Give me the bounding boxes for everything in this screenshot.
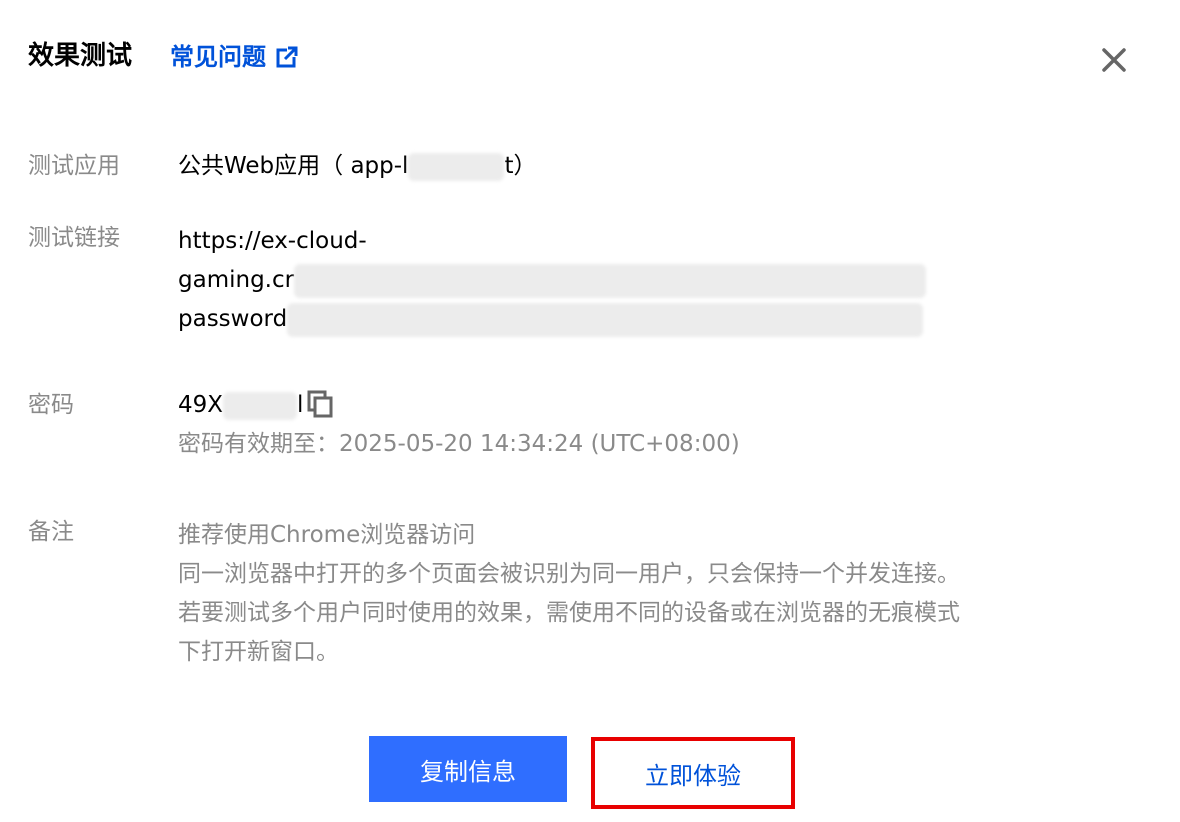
- copy-info-button[interactable]: 复制信息: [369, 736, 567, 802]
- password-label: 密码: [28, 392, 74, 418]
- dialog-title: 效果测试: [28, 41, 133, 71]
- close-icon: [1098, 44, 1130, 76]
- notes-line-4: 下打开新窗口。: [178, 639, 339, 665]
- test-effect-dialog: 效果测试 常见问题 测试应用 公共Web应用（ app-l t） 测试链接 htt…: [0, 0, 1180, 822]
- test-link-line-2: gaming.cr: [178, 261, 927, 300]
- close-button[interactable]: [1098, 44, 1130, 76]
- notes-line-1: 推荐使用Chrome浏览器访问: [178, 522, 476, 548]
- test-link-line-3: password: [178, 300, 926, 339]
- test-app-value-prefix: 公共Web应用（ app-l: [178, 153, 409, 179]
- password-prefix: 49X: [178, 392, 224, 418]
- password-value: 49X l: [178, 389, 333, 421]
- test-app-value-suffix: t）: [504, 153, 537, 179]
- test-app-label: 测试应用: [28, 153, 120, 179]
- test-link-value: https://ex-cloud- gaming.cr password: [178, 222, 927, 339]
- notes-value: 推荐使用Chrome浏览器访问 同一浏览器中打开的多个页面会被识别为同一用户，只…: [178, 516, 1108, 672]
- faq-link-label: 常见问题: [170, 43, 266, 71]
- redacted-app-id: [408, 152, 505, 181]
- password-expire-text: 密码有效期至：2025-05-20 14:34:24 (UTC+08:00): [178, 431, 740, 457]
- notes-line-3: 若要测试多个用户同时使用的效果，需使用不同的设备或在浏览器的无痕模式: [178, 600, 960, 626]
- test-app-value: 公共Web应用（ app-l t）: [178, 150, 536, 182]
- redacted-link-part-1: [294, 263, 927, 298]
- copy-icon[interactable]: [307, 390, 333, 418]
- test-link-label: 测试链接: [28, 225, 120, 251]
- try-now-button[interactable]: 立即体验: [591, 737, 795, 809]
- password-suffix: l: [297, 392, 304, 418]
- test-link-line-3-text: password: [178, 306, 288, 332]
- faq-link[interactable]: 常见问题: [170, 38, 298, 76]
- test-link-line-1: https://ex-cloud-: [178, 228, 367, 254]
- redacted-password: [223, 391, 298, 420]
- notes-line-2: 同一浏览器中打开的多个页面会被识别为同一用户，只会保持一个并发连接。: [178, 561, 960, 587]
- notes-label: 备注: [28, 519, 74, 545]
- external-link-icon: [276, 46, 298, 68]
- test-link-line-2-text: gaming.cr: [178, 267, 295, 293]
- redacted-link-part-2: [287, 302, 924, 337]
